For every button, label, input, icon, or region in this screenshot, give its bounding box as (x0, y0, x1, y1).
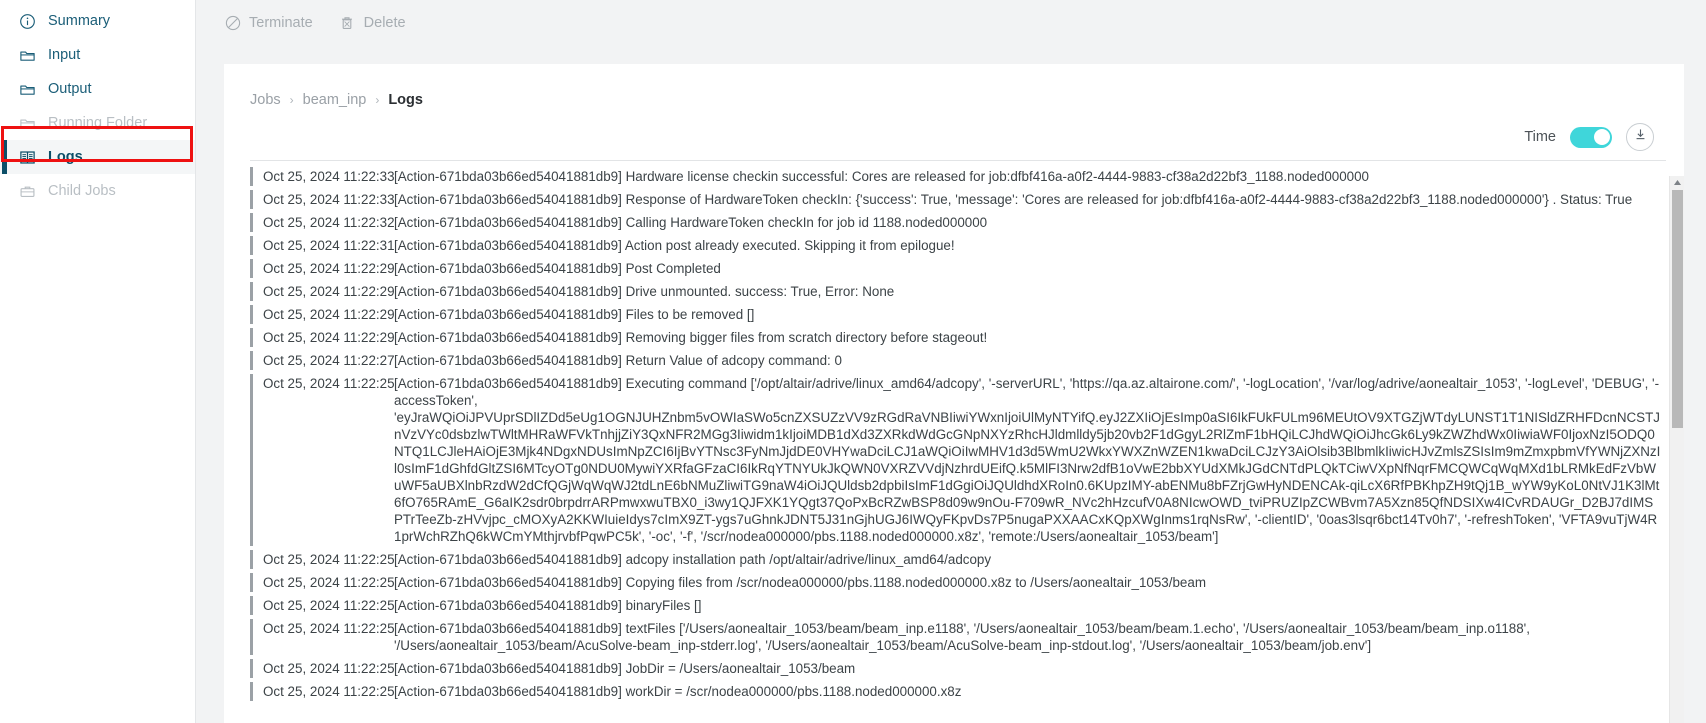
log-row: Oct 25, 2024 11:22:25 [Action-671bda03b66… (250, 548, 1666, 571)
log-timestamp: Oct 25, 2024 11:22:25 (263, 661, 395, 676)
action-toolbar: Terminate Delete (196, 0, 1706, 46)
log-row: Oct 25, 2024 11:22:29 [Action-671bda03b66… (250, 257, 1666, 280)
sidebar-item-label: Input (48, 46, 81, 63)
terminate-button[interactable]: Terminate (224, 15, 313, 32)
log-row: Oct 25, 2024 11:22:32 [Action-671bda03b66… (250, 211, 1666, 234)
sidebar-item-label: Output (48, 80, 92, 97)
log-row: Oct 25, 2024 11:22:29 [Action-671bda03b66… (250, 326, 1666, 349)
log-message: [Action-671bda03b66ed54041881db9] Removi… (394, 330, 988, 345)
sidebar-item-logs[interactable]: Logs (0, 140, 195, 174)
right-gutter (1684, 0, 1691, 723)
log-timestamp: Oct 25, 2024 11:22:27 (263, 353, 395, 368)
log-timestamp: Oct 25, 2024 11:22:25 (263, 598, 395, 613)
log-message: [Action-671bda03b66ed54041881db9] adcopy… (394, 552, 992, 567)
log-message: [Action-671bda03b66ed54041881db9] workDi… (394, 684, 962, 699)
log-timestamp: Oct 25, 2024 11:22:25 (263, 552, 395, 567)
log-timestamp: Oct 25, 2024 11:22:29 (263, 307, 395, 322)
breadcrumb-separator: › (289, 93, 294, 107)
download-icon (1633, 127, 1648, 147)
log-timestamp: Oct 25, 2024 11:22:29 (263, 261, 395, 276)
breadcrumb-jobs[interactable]: Jobs (250, 92, 281, 108)
no-entry-icon (224, 15, 241, 32)
sidebar-item-summary[interactable]: Summary (0, 4, 195, 38)
log-row: Oct 25, 2024 11:22:29 [Action-671bda03b66… (250, 280, 1666, 303)
log-area[interactable]: Oct 25, 2024 11:22:33 [Action-671bda03b66… (250, 160, 1666, 723)
time-toggle[interactable] (1570, 126, 1612, 148)
sidebar: Summary Input Output Running Folder Logs Chil… (0, 0, 196, 723)
folder-icon (18, 80, 36, 98)
sidebar-item-label: Running Folder (48, 114, 148, 131)
breadcrumb: Jobs › beam_inp › Logs (224, 64, 1684, 114)
log-message: [Action-671bda03b66ed54041881db9] Files … (394, 307, 755, 322)
log-list: Oct 25, 2024 11:22:33 [Action-671bda03b66… (250, 161, 1666, 703)
breadcrumb-current: Logs (388, 92, 423, 108)
folder-icon (18, 46, 36, 64)
book-icon (18, 148, 36, 166)
log-message: [Action-671bda03b66ed54041881db9] textFi… (394, 621, 1530, 653)
log-row: Oct 25, 2024 11:22:27 [Action-671bda03b66… (250, 349, 1666, 372)
log-row: Oct 25, 2024 11:22:25 [Action-671bda03b66… (250, 657, 1666, 680)
log-row: Oct 25, 2024 11:22:25 [Action-671bda03b66… (250, 571, 1666, 594)
log-row: Oct 25, 2024 11:22:33 [Action-671bda03b66… (250, 188, 1666, 211)
log-row: Oct 25, 2024 11:22:29 [Action-671bda03b66… (250, 303, 1666, 326)
main-panel: Terminate Delete Jobs › beam_inp › Logs … (196, 0, 1706, 723)
sidebar-item-label: Logs (48, 148, 83, 165)
trash-icon (339, 15, 356, 32)
log-message: [Action-671bda03b66ed54041881db9] Callin… (394, 215, 988, 230)
breadcrumb-job[interactable]: beam_inp (303, 92, 367, 108)
toggle-knob (1593, 129, 1610, 145)
log-timestamp: Oct 25, 2024 11:22:29 (263, 330, 395, 345)
log-row: Oct 25, 2024 11:22:25 [Action-671bda03b66… (250, 680, 1666, 703)
logs-card: Jobs › beam_inp › Logs Time Oct 25, 2024… (224, 64, 1684, 723)
log-timestamp: Oct 25, 2024 11:22:25 (263, 376, 395, 391)
log-message: [Action-671bda03b66ed54041881db9] Copyin… (394, 575, 1206, 590)
log-message: [Action-671bda03b66ed54041881db9] Return… (394, 353, 842, 368)
sidebar-item-running-folder: Running Folder (0, 106, 195, 140)
info-circle-icon (18, 12, 36, 30)
log-row: Oct 25, 2024 11:22:33 [Action-671bda03b66… (250, 165, 1666, 188)
log-timestamp: Oct 25, 2024 11:22:25 (263, 621, 395, 636)
sidebar-item-child-jobs: Child Jobs (0, 174, 195, 208)
briefcase-icon (18, 182, 36, 200)
log-message: [Action-671bda03b66ed54041881db9] Drive … (394, 284, 895, 299)
log-message: [Action-671bda03b66ed54041881db9] Post C… (394, 261, 721, 276)
delete-button[interactable]: Delete (339, 15, 406, 32)
download-logs-button[interactable] (1626, 123, 1654, 151)
folder-icon (18, 114, 36, 132)
sidebar-item-input[interactable]: Input (0, 38, 195, 72)
caret-up-icon[interactable] (1670, 176, 1684, 189)
sidebar-item-label: Summary (48, 12, 111, 29)
log-message: [Action-671bda03b66ed54041881db9] Action… (394, 238, 955, 253)
log-scrollbar[interactable] (1669, 176, 1684, 723)
log-timestamp: Oct 25, 2024 11:22:25 (263, 575, 395, 590)
scrollbar-thumb[interactable] (1672, 190, 1683, 428)
log-message: [Action-671bda03b66ed54041881db9] JobDir… (394, 661, 856, 676)
app-root: Summary Input Output Running Folder Logs Chil… (0, 0, 1706, 723)
log-message: [Action-671bda03b66ed54041881db9] Execut… (394, 376, 1661, 544)
log-timestamp: Oct 25, 2024 11:22:33 (263, 169, 395, 184)
log-controls: Time (224, 114, 1684, 160)
log-message: [Action-671bda03b66ed54041881db9] binary… (394, 598, 702, 613)
time-label: Time (1524, 129, 1556, 145)
log-row: Oct 25, 2024 11:22:25 [Action-671bda03b66… (250, 372, 1666, 548)
log-row: Oct 25, 2024 11:22:25 [Action-671bda03b66… (250, 594, 1666, 617)
log-timestamp: Oct 25, 2024 11:22:33 (263, 192, 395, 207)
log-message: [Action-671bda03b66ed54041881db9] Respon… (394, 192, 1633, 207)
delete-label: Delete (363, 15, 406, 31)
log-row: Oct 25, 2024 11:22:25 [Action-671bda03b66… (250, 617, 1666, 657)
sidebar-item-label: Child Jobs (48, 182, 116, 199)
log-timestamp: Oct 25, 2024 11:22:32 (263, 215, 395, 230)
terminate-label: Terminate (249, 15, 313, 31)
sidebar-item-output[interactable]: Output (0, 72, 195, 106)
log-timestamp: Oct 25, 2024 11:22:31 (263, 238, 395, 253)
log-row: Oct 25, 2024 11:22:31 [Action-671bda03b66… (250, 234, 1666, 257)
breadcrumb-separator: › (375, 93, 380, 107)
log-timestamp: Oct 25, 2024 11:22:25 (263, 684, 395, 699)
log-message: [Action-671bda03b66ed54041881db9] Hardwa… (394, 169, 1369, 184)
log-timestamp: Oct 25, 2024 11:22:29 (263, 284, 395, 299)
